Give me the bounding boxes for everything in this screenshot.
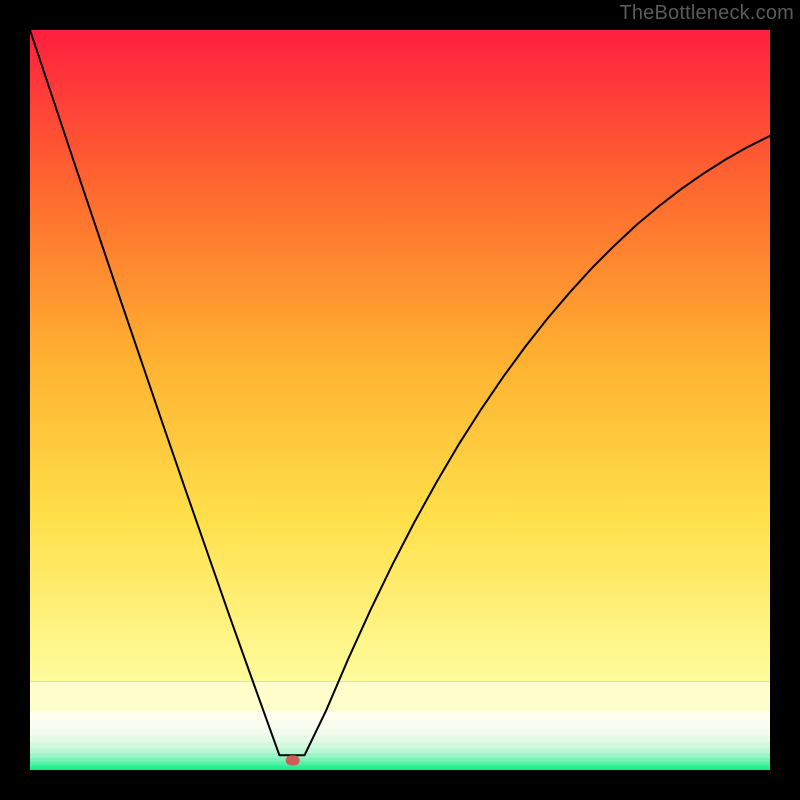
plot-area bbox=[30, 30, 770, 770]
chart-container: TheBottleneck.com bbox=[0, 0, 800, 800]
watermark-text: TheBottleneck.com bbox=[619, 2, 794, 25]
chart-svg bbox=[30, 30, 770, 770]
